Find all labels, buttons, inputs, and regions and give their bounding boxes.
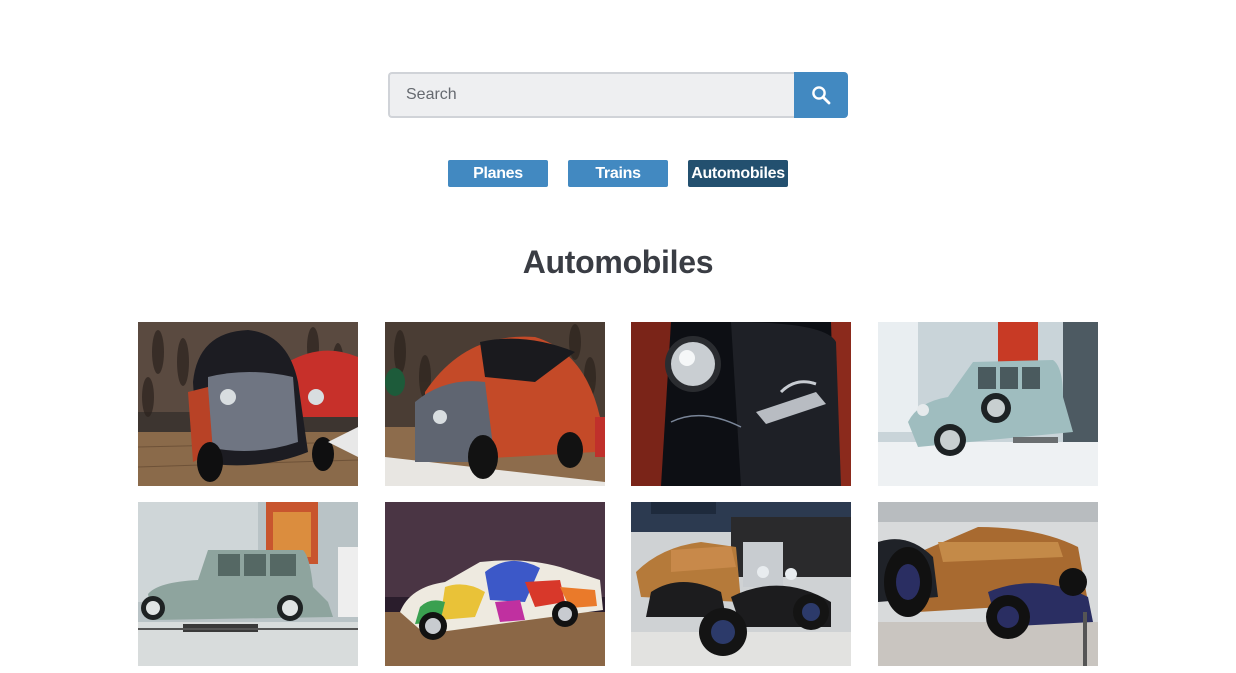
category-trains-button[interactable]: Trains: [568, 160, 668, 187]
search-bar: [388, 72, 848, 118]
gallery-image[interactable]: [384, 322, 605, 486]
gallery-image[interactable]: [138, 322, 358, 486]
page-title: Automobiles: [522, 244, 714, 280]
gallery-image[interactable]: [384, 502, 605, 666]
search-icon: [812, 86, 831, 105]
image-gallery: [138, 322, 1098, 666]
car-photo: [877, 502, 1098, 666]
category-filters: Planes Trains Automobiles: [0, 160, 1236, 187]
car-photo: [631, 322, 852, 486]
car-photo: [138, 322, 358, 486]
gallery-image[interactable]: [877, 322, 1098, 486]
search-button[interactable]: [794, 72, 848, 118]
category-planes-button[interactable]: Planes: [448, 160, 548, 187]
car-photo: [138, 502, 358, 666]
page: Planes Trains Automobiles Automobiles: [0, 0, 1236, 673]
car-photo: [384, 502, 605, 666]
gallery-image[interactable]: [877, 502, 1098, 666]
car-photo: [631, 502, 852, 666]
category-automobiles-button[interactable]: Automobiles: [688, 160, 788, 187]
search-input[interactable]: [388, 72, 794, 118]
gallery-image[interactable]: [631, 322, 852, 486]
gallery-image[interactable]: [631, 502, 852, 666]
car-photo: [877, 322, 1098, 486]
car-photo: [384, 322, 605, 486]
gallery-image[interactable]: [138, 502, 358, 666]
